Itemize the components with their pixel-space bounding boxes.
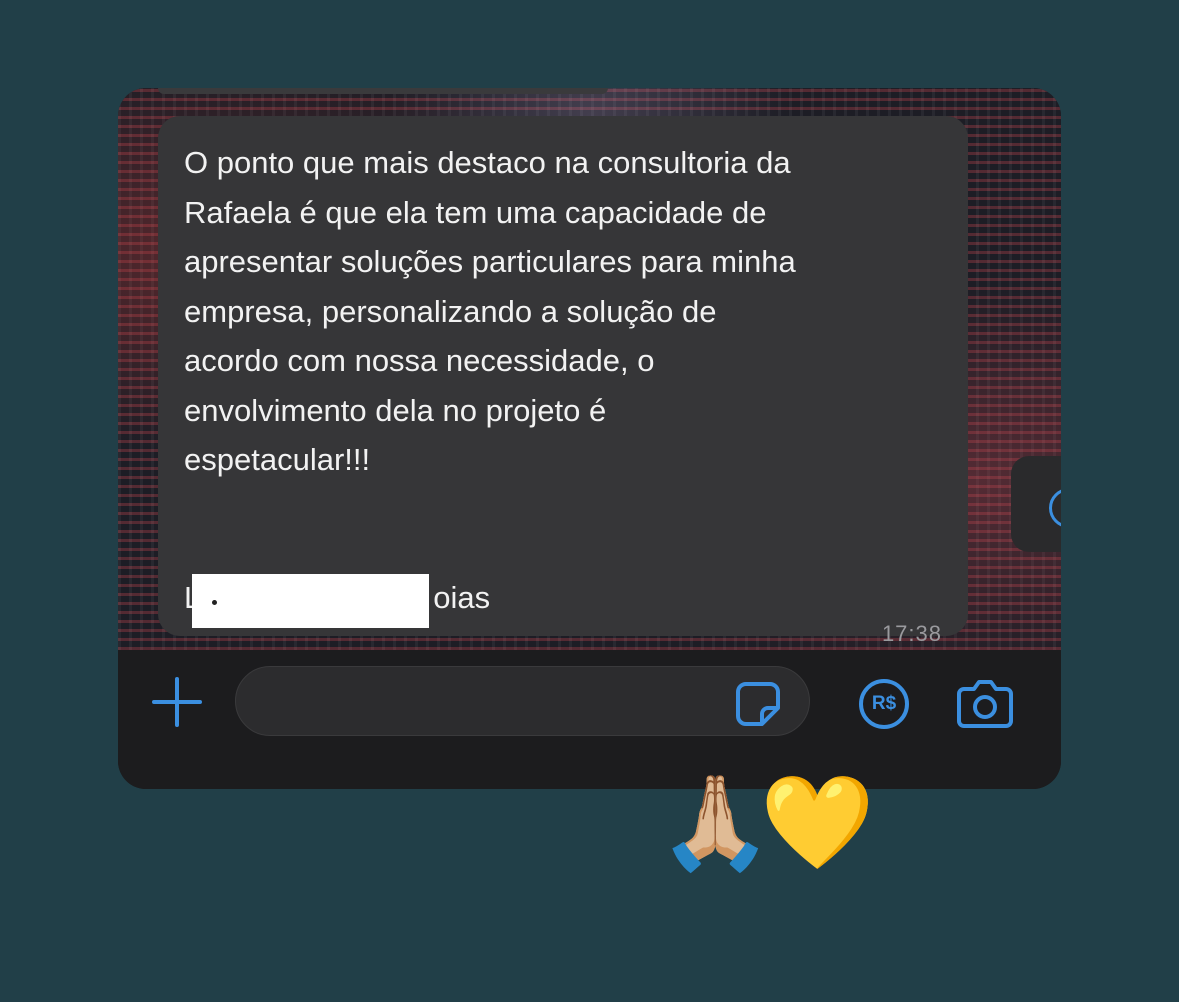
redaction-box	[192, 574, 429, 628]
partial-circle-icon	[1049, 488, 1061, 528]
redaction-dot	[212, 600, 217, 605]
message-text: O ponto que mais destaco na consultoria …	[184, 145, 796, 477]
signature-end: oias	[433, 580, 491, 615]
chat-screenshot: O ponto que mais destaco na consultoria …	[118, 88, 1061, 789]
pix-label: R$	[871, 693, 897, 714]
sticker-icon[interactable]	[734, 680, 782, 728]
received-message-bubble[interactable]: O ponto que mais destaco na consultoria …	[158, 116, 968, 646]
plus-icon[interactable]	[151, 676, 203, 728]
message-timestamp: 17:38	[881, 621, 942, 646]
message-input-field[interactable]	[235, 666, 810, 737]
camera-icon[interactable]	[956, 677, 1014, 729]
pix-payment-icon[interactable]: R$	[858, 678, 910, 730]
previous-message-bubble-edge	[158, 88, 608, 94]
message-input-bar: R$	[118, 650, 1061, 789]
praying-hands-emoji: 🙏🏼	[658, 769, 773, 876]
message-input[interactable]	[258, 667, 732, 737]
partial-side-button[interactable]	[1011, 456, 1061, 552]
yellow-heart-emoji: 💛	[760, 769, 875, 876]
